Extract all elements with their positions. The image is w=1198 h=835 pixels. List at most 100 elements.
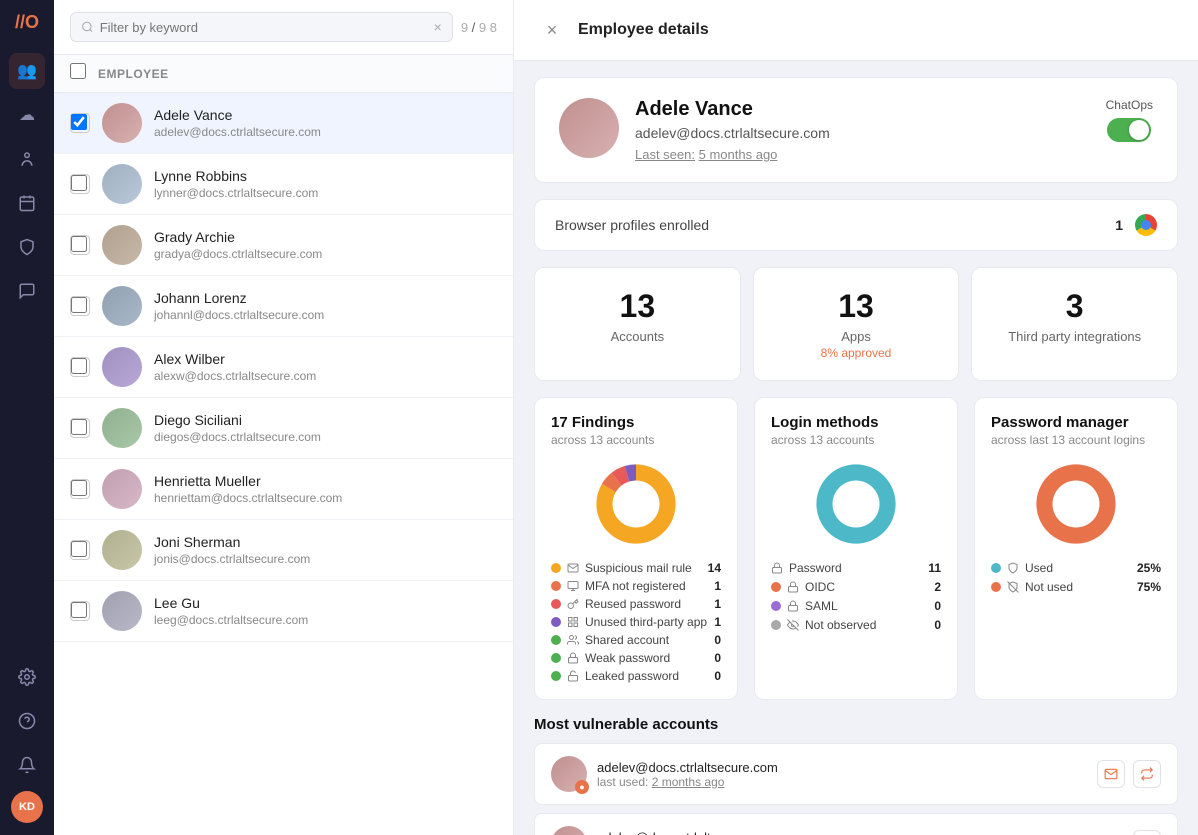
employee-column-header: Employee [98,67,169,81]
profile-email: adelev@docs.ctrlaltsecure.com [635,125,1090,141]
finding-item: Unused third-party app 1 [551,615,721,629]
finding-label: Shared account [585,633,669,647]
refresh-action-button[interactable] [1133,830,1161,835]
legend-item: OIDC 2 [771,580,941,594]
finding-dot [551,671,561,681]
sidebar-item-notifications[interactable] [9,747,45,783]
vuln-info: adelev@docs.ctrlaltsecure.com last used:… [597,830,1123,835]
table-row[interactable]: Adele Vance adelev@docs.ctrlaltsecure.co… [54,93,513,154]
table-row[interactable]: Lynne Robbins lynner@docs.ctrlaltsecure.… [54,154,513,215]
employee-email: leeg@docs.ctrlaltsecure.com [154,613,497,627]
password-manager-subtitle: across last 13 account logins [991,433,1161,447]
employee-info: Lee Gu leeg@docs.ctrlaltsecure.com [154,595,497,627]
stat-label: Third party integrations [988,329,1161,344]
password-manager-card: Password manager across last 13 account … [974,397,1178,700]
avatar [102,347,142,387]
detail-header: × Employee details [514,0,1198,61]
password-manager-title: Password manager [991,414,1161,431]
row-checkbox[interactable] [70,601,90,621]
legend-dot [991,563,1001,573]
employee-info: Johann Lorenz johannl@docs.ctrlaltsecure… [154,290,497,322]
lock-icon [787,600,799,612]
findings-subtitle: across 13 accounts [551,433,721,447]
key-icon [567,598,579,610]
search-input[interactable] [100,20,428,35]
chatops-label: ChatOps [1106,98,1153,112]
legend-dot [771,601,781,611]
row-checkbox[interactable] [70,479,90,499]
table-row[interactable]: Grady Archie gradya@docs.ctrlaltsecure.c… [54,215,513,276]
chatops-toggle[interactable] [1107,118,1151,142]
avatar [102,408,142,448]
stat-number: 13 [551,288,724,325]
legend-count: 0 [934,618,941,632]
search-clear-button[interactable]: × [434,19,442,35]
avatar [102,164,142,204]
employee-list-panel: × 9 / 9 8 Employee Adele Vance adelev@do… [54,0,514,835]
finding-count: 0 [714,633,721,647]
sidebar-item-people[interactable]: 👥 [9,53,45,89]
chrome-icon [1135,214,1157,236]
lock-icon [771,562,783,574]
sidebar-item-settings[interactable] [9,659,45,695]
row-checkbox[interactable] [70,235,90,255]
employee-info: Lynne Robbins lynner@docs.ctrlaltsecure.… [154,168,497,200]
sidebar-item-org[interactable] [9,141,45,177]
stat-label: Accounts [551,329,724,344]
vuln-avatar: ● [551,826,587,835]
employee-name: Diego Siciliani [154,412,497,428]
stat-card-third-party: 3 Third party integrations [971,267,1178,381]
shield-off-icon [1007,581,1019,593]
table-row[interactable]: Lee Gu leeg@docs.ctrlaltsecure.com [54,581,513,642]
row-checkbox[interactable] [70,357,90,377]
search-icon [81,20,94,34]
password-donut-chart [1031,459,1121,549]
employee-profile-card: Adele Vance adelev@docs.ctrlaltsecure.co… [534,77,1178,183]
vuln-email: adelev@docs.ctrlaltsecure.com [597,760,1087,775]
browser-profiles-card: Browser profiles enrolled 1 [534,199,1178,251]
row-checkbox[interactable] [70,296,90,316]
stat-card-accounts: 13 Accounts [534,267,741,381]
avatar [102,286,142,326]
legend-count: 2 [934,580,941,594]
login-methods-subtitle: across 13 accounts [771,433,941,447]
sidebar-item-chat[interactable] [9,273,45,309]
sidebar-item-shield[interactable] [9,229,45,265]
close-button[interactable]: × [538,16,566,44]
table-row[interactable]: Johann Lorenz johannl@docs.ctrlaltsecure… [54,276,513,337]
row-checkbox[interactable] [70,540,90,560]
employee-email: alexw@docs.ctrlaltsecure.com [154,369,497,383]
table-row[interactable]: Diego Siciliani diegos@docs.ctrlaltsecur… [54,398,513,459]
employee-name: Henrietta Mueller [154,473,497,489]
row-checkbox[interactable] [70,418,90,438]
legend-count: 0 [934,599,941,613]
deactivate-action-button[interactable] [1133,760,1161,788]
vuln-actions [1133,830,1161,835]
table-row[interactable]: Joni Sherman jonis@docs.ctrlaltsecure.co… [54,520,513,581]
search-input-wrap[interactable]: × [70,12,453,42]
finding-item: MFA not registered 1 [551,579,721,593]
sidebar-item-calendar[interactable] [9,185,45,221]
select-all-checkbox[interactable] [70,63,98,84]
avatar [102,469,142,509]
table-row[interactable]: Henrietta Mueller henriettam@docs.ctrlal… [54,459,513,520]
sidebar-item-help[interactable] [9,703,45,739]
employee-name: Adele Vance [154,107,497,123]
mail-action-button[interactable] [1097,760,1125,788]
employee-rows: Adele Vance adelev@docs.ctrlaltsecure.co… [54,93,513,835]
stat-number: 3 [988,288,1161,325]
employee-name: Johann Lorenz [154,290,497,306]
users-icon [567,634,579,646]
finding-item: Suspicious mail rule 14 [551,561,721,575]
findings-donut-container [551,459,721,549]
table-row[interactable]: Alex Wilber alexw@docs.ctrlaltsecure.com [54,337,513,398]
row-checkbox[interactable] [70,174,90,194]
employee-info: Diego Siciliani diegos@docs.ctrlaltsecur… [154,412,497,444]
finding-label: Suspicious mail rule [585,561,692,575]
vulnerable-account-row: ● adelev@docs.ctrlaltsecure.com last use… [534,743,1178,805]
row-checkbox[interactable] [70,113,90,133]
employee-info: Henrietta Mueller henriettam@docs.ctrlal… [154,473,497,505]
user-avatar[interactable]: KD [11,791,43,823]
vuln-avatar: ● [551,756,587,792]
sidebar-item-cloud[interactable]: ☁ [9,97,45,133]
